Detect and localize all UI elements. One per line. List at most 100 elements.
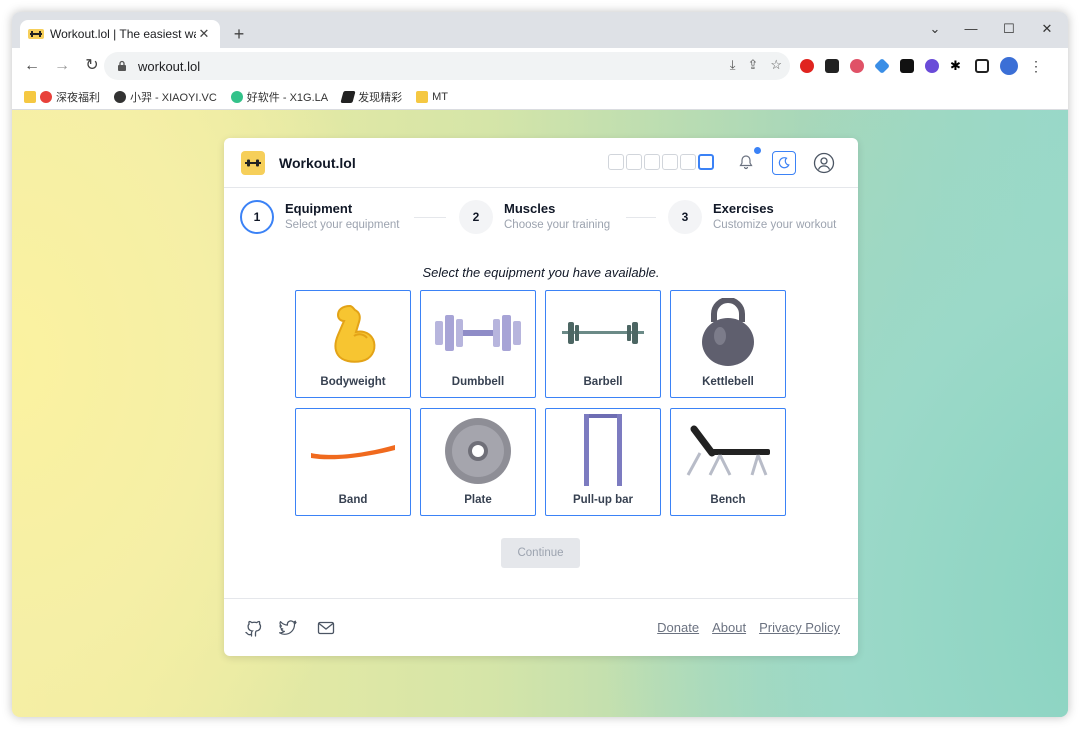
theme-option[interactable]	[662, 154, 678, 170]
equipment-label: Barbell	[583, 376, 623, 388]
step-subtitle: Customize your workout	[713, 219, 837, 231]
about-link[interactable]: About	[712, 620, 746, 635]
privacy-policy-link[interactable]: Privacy Policy	[759, 620, 840, 635]
step-muscles[interactable]: 2 Muscles Choose your training	[459, 200, 610, 234]
equipment-label: Kettlebell	[702, 376, 754, 388]
install-app-icon[interactable]: ⤓	[730, 57, 736, 73]
extensions-area: ✱ ⋮	[800, 57, 1043, 75]
menu-dots-icon[interactable]: ⋮	[1029, 58, 1043, 75]
profile-avatar-icon[interactable]	[1000, 57, 1018, 75]
app-header: Workout.lol	[224, 138, 858, 188]
step-connector	[414, 217, 446, 218]
dark-extension-icon[interactable]	[900, 59, 914, 73]
theme-selector	[608, 154, 714, 170]
donate-link[interactable]: Donate	[657, 620, 699, 635]
forward-icon[interactable]: →	[50, 54, 74, 78]
step-title: Exercises	[713, 201, 774, 216]
theme-option[interactable]	[626, 154, 642, 170]
software-icon	[230, 90, 243, 103]
equipment-bodyweight[interactable]: Bodyweight	[295, 290, 411, 398]
back-icon[interactable]: ←	[20, 54, 44, 78]
step-number: 1	[240, 200, 274, 234]
dark-mode-toggle[interactable]	[772, 151, 796, 175]
theme-option[interactable]	[608, 154, 624, 170]
notification-dot	[754, 147, 761, 154]
step-equipment[interactable]: 1 Equipment Select your equipment	[240, 200, 399, 234]
brand-name[interactable]: Workout.lol	[279, 155, 356, 171]
footer-links: Donate About Privacy Policy	[657, 620, 840, 635]
theme-option-active[interactable]	[698, 154, 714, 170]
continue-button[interactable]: Continue	[501, 538, 580, 568]
equipment-plate[interactable]: Plate	[420, 408, 536, 516]
step-connector	[626, 217, 656, 218]
extension-icon[interactable]	[825, 59, 839, 73]
equipment-barbell[interactable]: Barbell	[545, 290, 661, 398]
colorful-extension-icon[interactable]	[925, 59, 939, 73]
equipment-pull-up-bar[interactable]: Pull-up bar	[545, 408, 661, 516]
bell-icon[interactable]	[736, 152, 756, 172]
heart-face-icon	[40, 90, 52, 103]
equipment-band[interactable]: Band	[295, 408, 411, 516]
bookmark-item[interactable]: MT	[416, 90, 448, 103]
instruction-text: Select the equipment you have available.	[422, 265, 660, 280]
folder-icon	[24, 90, 36, 103]
equipment-kettlebell[interactable]: Kettlebell	[670, 290, 786, 398]
bookmark-item[interactable]: 小羿 - XIAOYI.VC	[114, 89, 217, 105]
twitter-icon[interactable]	[279, 619, 297, 637]
user-icon[interactable]	[813, 152, 835, 174]
weight-plate-icon	[421, 413, 535, 489]
step-title: Muscles	[504, 201, 556, 216]
close-window-icon[interactable]: ✕	[1032, 18, 1062, 40]
browser-tab[interactable]: Workout.lol | The easiest way to ✕	[20, 20, 220, 48]
bookmark-item[interactable]: 好软件 - X1G.LA	[230, 89, 328, 105]
equipment-dumbbell[interactable]: Dumbbell	[420, 290, 536, 398]
step-subtitle: Select your equipment	[285, 219, 400, 231]
tab-close-icon[interactable]: ✕	[196, 26, 212, 42]
bookmark-item[interactable]: 发现精彩	[340, 89, 402, 105]
heart-extension-icon[interactable]	[850, 59, 864, 73]
bookmark-star-icon[interactable]: ☆	[770, 57, 782, 73]
discover-icon	[340, 90, 356, 103]
address-bar[interactable]: workout.lol ⤓ ⇪ ☆	[104, 52, 790, 80]
github-icon[interactable]	[244, 619, 262, 637]
reload-icon[interactable]: ↻	[80, 54, 104, 78]
dumbbell-icon	[421, 295, 535, 371]
folder-icon	[416, 90, 429, 103]
avatar-icon	[114, 90, 126, 103]
maximize-icon[interactable]: ☐	[994, 18, 1024, 40]
bookmark-item[interactable]: 深夜福利	[24, 89, 100, 105]
new-tab-icon[interactable]: +	[228, 24, 250, 46]
equipment-bench[interactable]: Bench	[670, 408, 786, 516]
bookmarks-bar: 深夜福利 小羿 - XIAOYI.VC 好软件 - X1G.LA 发现精彩 MT	[12, 84, 1068, 110]
tab-search-chevron-icon[interactable]: ⌄	[920, 18, 950, 40]
step-subtitle: Choose your training	[504, 219, 611, 231]
browser-window: Workout.lol | The easiest way to ✕ + ⌄ —…	[12, 12, 1068, 717]
theme-option[interactable]	[680, 154, 696, 170]
equipment-label: Bodyweight	[320, 376, 386, 388]
workout-favicon-icon	[28, 26, 44, 42]
flexed-biceps-icon	[296, 295, 410, 371]
step-exercises[interactable]: 3 Exercises Customize your workout	[668, 200, 836, 234]
layers-extension-icon[interactable]	[874, 58, 890, 74]
equipment-label: Band	[338, 494, 368, 506]
equipment-label: Dumbbell	[451, 376, 505, 388]
pull-up-bar-icon	[546, 411, 660, 487]
mail-icon[interactable]	[317, 619, 335, 637]
share-icon[interactable]: ⇪	[747, 57, 758, 73]
theme-option[interactable]	[644, 154, 660, 170]
step-number: 2	[459, 200, 493, 234]
app-card: Workout.lol 1 Equipment Select your equi…	[224, 138, 858, 656]
puzzle-extensions-icon[interactable]: ✱	[950, 59, 964, 73]
minimize-icon[interactable]: —	[956, 18, 986, 40]
app-footer: Donate About Privacy Policy	[224, 598, 858, 656]
equipment-label: Bench	[710, 494, 746, 506]
side-panel-icon[interactable]	[975, 59, 989, 73]
logo-icon[interactable]	[241, 151, 265, 175]
tab-strip: Workout.lol | The easiest way to ✕ + ⌄ —…	[12, 12, 1068, 48]
step-number: 3	[668, 200, 702, 234]
stepper: 1 Equipment Select your equipment 2 Musc…	[240, 200, 844, 240]
browser-toolbar: ← → ↻ workout.lol ⤓ ⇪ ☆ ✱ ⋮	[12, 48, 1068, 84]
lock-icon	[118, 60, 126, 71]
url-text: workout.lol	[138, 58, 201, 74]
opera-extension-icon[interactable]	[800, 59, 814, 73]
